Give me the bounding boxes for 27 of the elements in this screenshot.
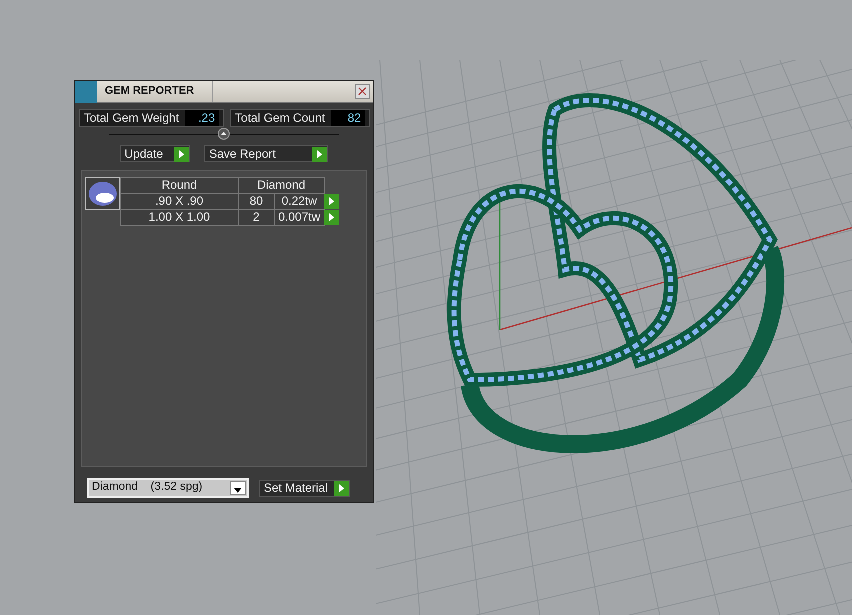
total-value: 82: [331, 110, 366, 126]
window-title: GEM REPORTER: [97, 81, 213, 102]
table-cell: 80: [238, 193, 275, 210]
close-icon: [358, 86, 367, 96]
play-icon: [312, 146, 328, 162]
total-value: .23: [185, 110, 220, 126]
action-button[interactable]: Update: [120, 145, 190, 162]
table-cell: 1.00 X 1.00: [120, 209, 239, 226]
play-icon: [324, 210, 339, 224]
total-label: Total Gem Weight: [84, 110, 180, 127]
table-cell: .90 X .90: [120, 193, 239, 210]
play-button[interactable]: [324, 210, 339, 224]
table-cell: 0.22tw: [274, 193, 325, 210]
splitter-handle-icon[interactable]: [218, 128, 230, 140]
play-icon: [174, 146, 189, 162]
column-header: Round: [120, 177, 239, 194]
table-cell: 2: [238, 209, 275, 226]
play-icon: [334, 480, 350, 496]
total-label: Total Gem Count: [235, 110, 326, 127]
set-material-button[interactable]: Set Material: [259, 480, 350, 496]
column-header: Diamond: [238, 177, 325, 194]
material-dropdown[interactable]: Diamond (3.52 spg): [87, 478, 249, 498]
play-icon: [324, 194, 339, 208]
close-button[interactable]: [355, 84, 370, 99]
table-cell: 0.007tw: [274, 209, 325, 226]
play-button[interactable]: [324, 194, 339, 208]
action-button[interactable]: Save Report: [204, 145, 328, 162]
